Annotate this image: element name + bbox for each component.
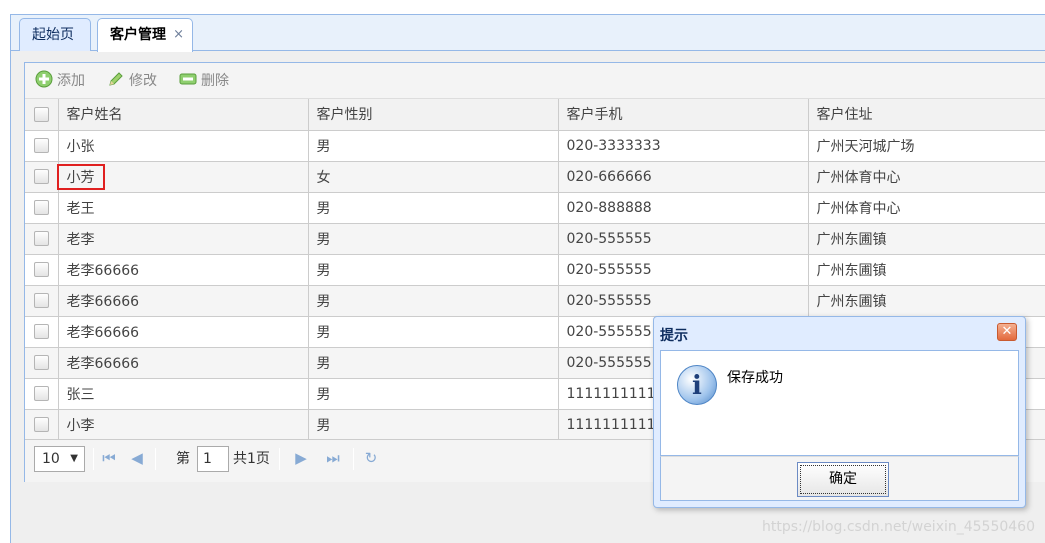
cell-gender: 男 xyxy=(308,409,559,441)
cell-gender: 男 xyxy=(308,378,559,410)
cell-name: 老王 xyxy=(58,192,309,224)
cell-address: 广州东圃镇 xyxy=(808,254,1045,286)
next-page-icon[interactable]: ▶ xyxy=(293,450,309,466)
pencil-icon xyxy=(107,70,125,88)
table-row[interactable]: 小芳 女 020-666666 广州体育中心 xyxy=(25,161,1045,193)
info-icon: i xyxy=(677,365,717,405)
row-checkbox[interactable] xyxy=(25,130,59,162)
row-checkbox[interactable] xyxy=(25,378,59,410)
table-row[interactable]: 老李66666 男 020-555555 广州东圃镇 xyxy=(25,285,1045,317)
divider xyxy=(353,448,354,470)
divider xyxy=(93,448,94,470)
select-all-checkbox[interactable] xyxy=(25,99,59,131)
refresh-icon[interactable]: ↻ xyxy=(363,450,379,466)
cell-gender: 男 xyxy=(308,223,559,255)
tab-customer-label: 客户管理 xyxy=(110,27,166,43)
cell-gender: 男 xyxy=(308,347,559,379)
close-icon[interactable]: ✕ xyxy=(997,323,1017,341)
divider xyxy=(155,448,156,470)
row-checkbox[interactable] xyxy=(25,409,59,441)
delete-button[interactable]: 删除 xyxy=(179,70,229,92)
table-row[interactable]: 老李 男 020-555555 广州东圃镇 xyxy=(25,223,1045,255)
add-label: 添加 xyxy=(57,73,85,89)
cell-address: 广州体育中心 xyxy=(808,161,1045,193)
row-checkbox[interactable] xyxy=(25,285,59,317)
cell-gender: 男 xyxy=(308,285,559,317)
dialog-footer: 确定 xyxy=(660,456,1019,501)
page-size-value: 10 xyxy=(42,451,60,467)
cell-name: 小李 xyxy=(58,409,309,441)
cell-address: 广州体育中心 xyxy=(808,192,1045,224)
row-checkbox[interactable] xyxy=(25,161,59,193)
cell-name: 老李66666 xyxy=(58,316,309,348)
delete-label: 删除 xyxy=(201,73,229,89)
highlighted-name: 小芳 xyxy=(56,163,105,190)
cell-phone: 020-555555 xyxy=(558,223,809,255)
cell-name: 小芳 xyxy=(56,161,309,193)
dialog-body: i 保存成功 xyxy=(660,350,1019,456)
cell-address: 广州东圃镇 xyxy=(808,223,1045,255)
toolbar: 添加 修改 删除 xyxy=(25,63,1045,99)
cell-name: 张三 xyxy=(58,378,309,410)
header-address[interactable]: 客户住址 xyxy=(808,99,1045,131)
tabs-header: 起始页 客户管理 × xyxy=(11,15,1045,52)
add-button[interactable]: 添加 xyxy=(35,70,85,92)
row-checkbox[interactable] xyxy=(25,223,59,255)
cell-name: 老李66666 xyxy=(58,285,309,317)
cell-address: 广州东圃镇 xyxy=(808,285,1045,317)
row-checkbox[interactable] xyxy=(25,254,59,286)
cell-phone: 020-555555 xyxy=(558,254,809,286)
header-name[interactable]: 客户姓名 xyxy=(58,99,309,131)
edit-button[interactable]: 修改 xyxy=(107,70,157,92)
tab-customer-management[interactable]: 客户管理 × xyxy=(97,18,193,52)
table-row[interactable]: 老李66666 男 020-555555 广州东圃镇 xyxy=(25,254,1045,286)
cell-phone: 020-666666 xyxy=(558,161,809,193)
header-phone[interactable]: 客户手机 xyxy=(558,99,809,131)
cell-gender: 女 xyxy=(308,161,559,193)
table-row[interactable]: 老王 男 020-888888 广州体育中心 xyxy=(25,192,1045,224)
cell-gender: 男 xyxy=(308,254,559,286)
cell-name: 老李66666 xyxy=(58,254,309,286)
cell-gender: 男 xyxy=(308,130,559,162)
cell-phone: 020-3333333 xyxy=(558,130,809,162)
add-icon xyxy=(35,70,53,88)
message-dialog: 提示 ✕ i 保存成功 确定 xyxy=(653,316,1026,508)
table-header-row: 客户姓名 客户性别 客户手机 客户住址 xyxy=(25,99,1045,131)
dropdown-arrow-icon: ▼ xyxy=(70,453,78,464)
cell-address: 广州天河城广场 xyxy=(808,130,1045,162)
tab-home-label: 起始页 xyxy=(32,27,74,43)
dialog-message: 保存成功 xyxy=(727,370,783,386)
tab-close-icon[interactable]: × xyxy=(173,19,184,51)
page-number-input[interactable]: 1 xyxy=(197,446,229,472)
tab-home[interactable]: 起始页 xyxy=(19,18,91,51)
page-size-select[interactable]: 10 ▼ xyxy=(34,446,85,472)
row-checkbox[interactable] xyxy=(25,347,59,379)
row-checkbox[interactable] xyxy=(25,192,59,224)
divider xyxy=(279,448,280,470)
cell-name: 老李66666 xyxy=(58,347,309,379)
dialog-title: 提示 xyxy=(660,328,688,344)
watermark: https://blog.csdn.net/weixin_45550460 xyxy=(761,519,1035,535)
cell-name: 老李 xyxy=(58,223,309,255)
page-label: 第 xyxy=(176,451,190,467)
cell-phone: 020-555555 xyxy=(558,285,809,317)
header-gender[interactable]: 客户性别 xyxy=(308,99,559,131)
cell-gender: 男 xyxy=(308,316,559,348)
edit-label: 修改 xyxy=(129,73,157,89)
cell-name: 小张 xyxy=(58,130,309,162)
ok-button[interactable]: 确定 xyxy=(797,462,889,497)
first-page-icon[interactable]: ⏮ xyxy=(101,450,117,466)
cell-gender: 男 xyxy=(308,192,559,224)
remove-icon xyxy=(179,70,197,88)
table-row[interactable]: 小张 男 020-3333333 广州天河城广场 xyxy=(25,130,1045,162)
row-checkbox[interactable] xyxy=(25,316,59,348)
last-page-icon[interactable]: ⏭ xyxy=(325,450,341,466)
cell-phone: 020-888888 xyxy=(558,192,809,224)
total-pages-label: 共1页 xyxy=(233,451,270,467)
prev-page-icon[interactable]: ◀ xyxy=(129,450,145,466)
